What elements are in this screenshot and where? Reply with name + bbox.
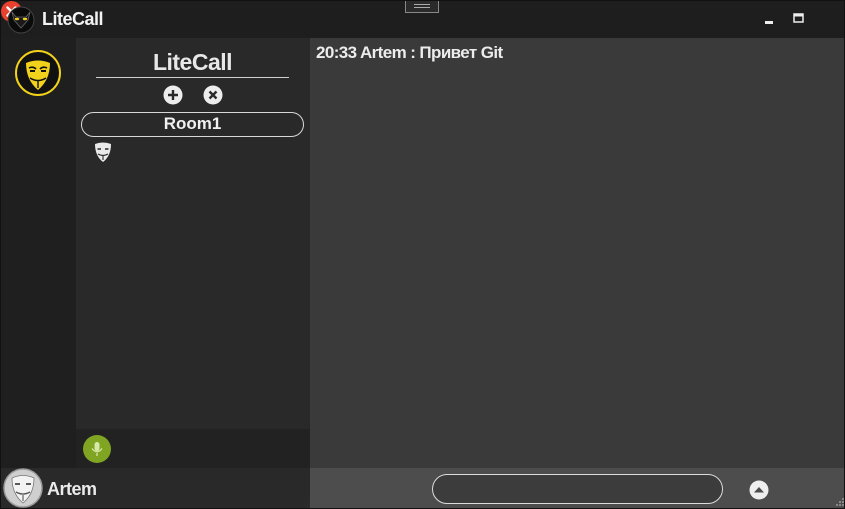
plus-circle-icon[interactable]: [163, 85, 183, 105]
voice-controls: [76, 429, 310, 468]
message-author: Artem: [359, 43, 407, 62]
title-bar[interactable]: LiteCall: [1, 1, 844, 39]
app-title: LiteCall: [42, 9, 104, 29]
message-time: 20:33: [316, 43, 357, 62]
server-avatar-mask-icon[interactable]: [15, 50, 61, 96]
drag-handle[interactable]: [405, 1, 439, 13]
message-input[interactable]: [432, 474, 723, 504]
rooms-panel: [76, 38, 310, 468]
room-item-room1[interactable]: Room1: [81, 112, 304, 137]
chevron-up-circle-icon[interactable]: [749, 480, 769, 500]
room-member-mask-icon: [95, 142, 111, 162]
message-separator: :: [410, 43, 416, 62]
mask-logo-icon: [7, 6, 35, 34]
server-title: LiteCall: [152, 49, 233, 75]
chat-area: [310, 38, 844, 469]
maximize-icon[interactable]: [789, 9, 809, 29]
user-name: Artem: [47, 479, 97, 499]
message-text: Привет Git: [419, 43, 503, 62]
x-circle-icon[interactable]: [203, 85, 223, 105]
resize-grip-icon[interactable]: [831, 495, 845, 509]
server-sidebar: [1, 38, 76, 508]
app-window: LiteCall LiteCall Room1 20:33 Artem: Пр…: [0, 0, 845, 509]
minimize-icon[interactable]: [761, 9, 781, 29]
user-avatar-mask-icon[interactable]: [3, 468, 43, 508]
microphone-icon[interactable]: [83, 435, 111, 463]
title-divider: [96, 77, 289, 78]
chat-message: 20:33 Artem : Привет Git: [316, 43, 503, 63]
